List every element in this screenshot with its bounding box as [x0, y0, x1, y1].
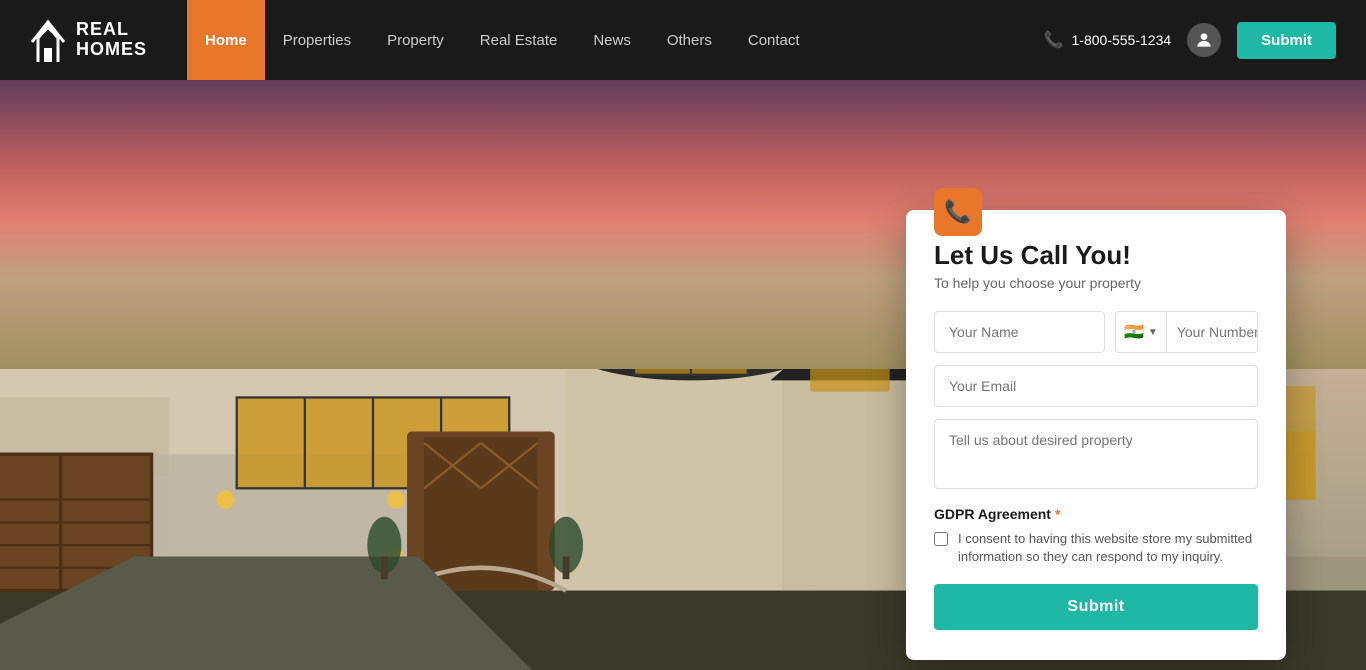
brand-name: REAL HOMES — [76, 20, 147, 60]
gdpr-label: GDPR Agreement * — [934, 506, 1258, 522]
form-submit-button[interactable]: Submit — [934, 584, 1258, 630]
phone-icon: 📞 — [1044, 30, 1064, 50]
number-input[interactable] — [1167, 312, 1258, 352]
nav-real-estate[interactable]: Real Estate — [462, 0, 576, 80]
name-input[interactable] — [934, 311, 1105, 353]
gdpr-section: GDPR Agreement * I consent to having thi… — [934, 506, 1258, 566]
email-input[interactable] — [934, 365, 1258, 407]
property-textarea[interactable] — [934, 419, 1258, 489]
navbar: REAL HOMES Home Properties Property Real… — [0, 0, 1366, 80]
phone-number: 1-800-555-1234 — [1072, 32, 1172, 48]
form-title: Let Us Call You! — [934, 240, 1258, 271]
nav-others[interactable]: Others — [649, 0, 730, 80]
logo-icon — [30, 18, 66, 62]
logo[interactable]: REAL HOMES — [30, 18, 147, 62]
gdpr-checkbox[interactable] — [934, 532, 948, 546]
name-number-row: 🇮🇳 ▼ — [934, 311, 1258, 353]
flag-emoji: 🇮🇳 — [1124, 322, 1144, 342]
gdpr-consent-text: I consent to having this website store m… — [958, 530, 1258, 566]
user-avatar[interactable] — [1187, 23, 1221, 57]
nav-contact[interactable]: Contact — [730, 0, 818, 80]
phone-input-wrapper: 🇮🇳 ▼ — [1115, 311, 1258, 353]
call-icon-badge: 📞 — [934, 188, 982, 236]
nav-properties[interactable]: Properties — [265, 0, 369, 80]
nav-right: 📞 1-800-555-1234 Submit — [1044, 22, 1336, 59]
form-subtitle: To help you choose your property — [934, 275, 1258, 291]
nav-news[interactable]: News — [575, 0, 649, 80]
nav-property[interactable]: Property — [369, 0, 462, 80]
contact-form-panel: 📞 Let Us Call You! To help you choose yo… — [906, 210, 1286, 660]
flag-selector[interactable]: 🇮🇳 ▼ — [1116, 312, 1167, 352]
nav-submit-button[interactable]: Submit — [1237, 22, 1336, 59]
gdpr-asterisk: * — [1055, 506, 1060, 522]
nav-links: Home Properties Property Real Estate New… — [187, 0, 1044, 80]
nav-home[interactable]: Home — [187, 0, 265, 80]
email-row — [934, 365, 1258, 407]
phone-area: 📞 1-800-555-1234 — [1044, 30, 1172, 50]
flag-dropdown-arrow: ▼ — [1148, 327, 1158, 338]
gdpr-checkbox-row: I consent to having this website store m… — [934, 530, 1258, 566]
